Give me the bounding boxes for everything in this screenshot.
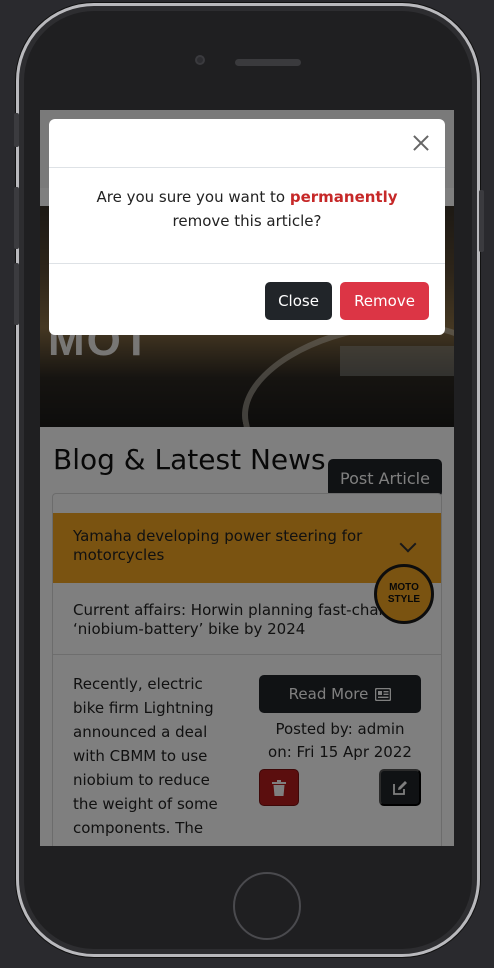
home-button[interactable] [233,872,301,940]
modal-message-end: remove this article? [172,212,322,230]
modal-header [49,119,445,168]
modal-body: Are you sure you want to permanently rem… [49,168,445,264]
volume-down-button [14,263,19,325]
confirm-remove-modal: Are you sure you want to permanently rem… [49,119,445,335]
volume-up-button [14,187,19,249]
earpiece-speaker [235,59,301,66]
mute-switch [14,113,19,147]
modal-message-emphasis: permanently [289,188,398,206]
power-button [479,190,484,252]
phone-screen: MOT Blog & Latest News Post Article Yama… [40,110,454,846]
close-icon[interactable] [411,133,431,153]
front-camera [195,55,205,65]
remove-button[interactable]: Remove [340,282,429,320]
modal-message-start: Are you sure you want to [96,188,286,206]
close-button[interactable]: Close [265,282,332,320]
